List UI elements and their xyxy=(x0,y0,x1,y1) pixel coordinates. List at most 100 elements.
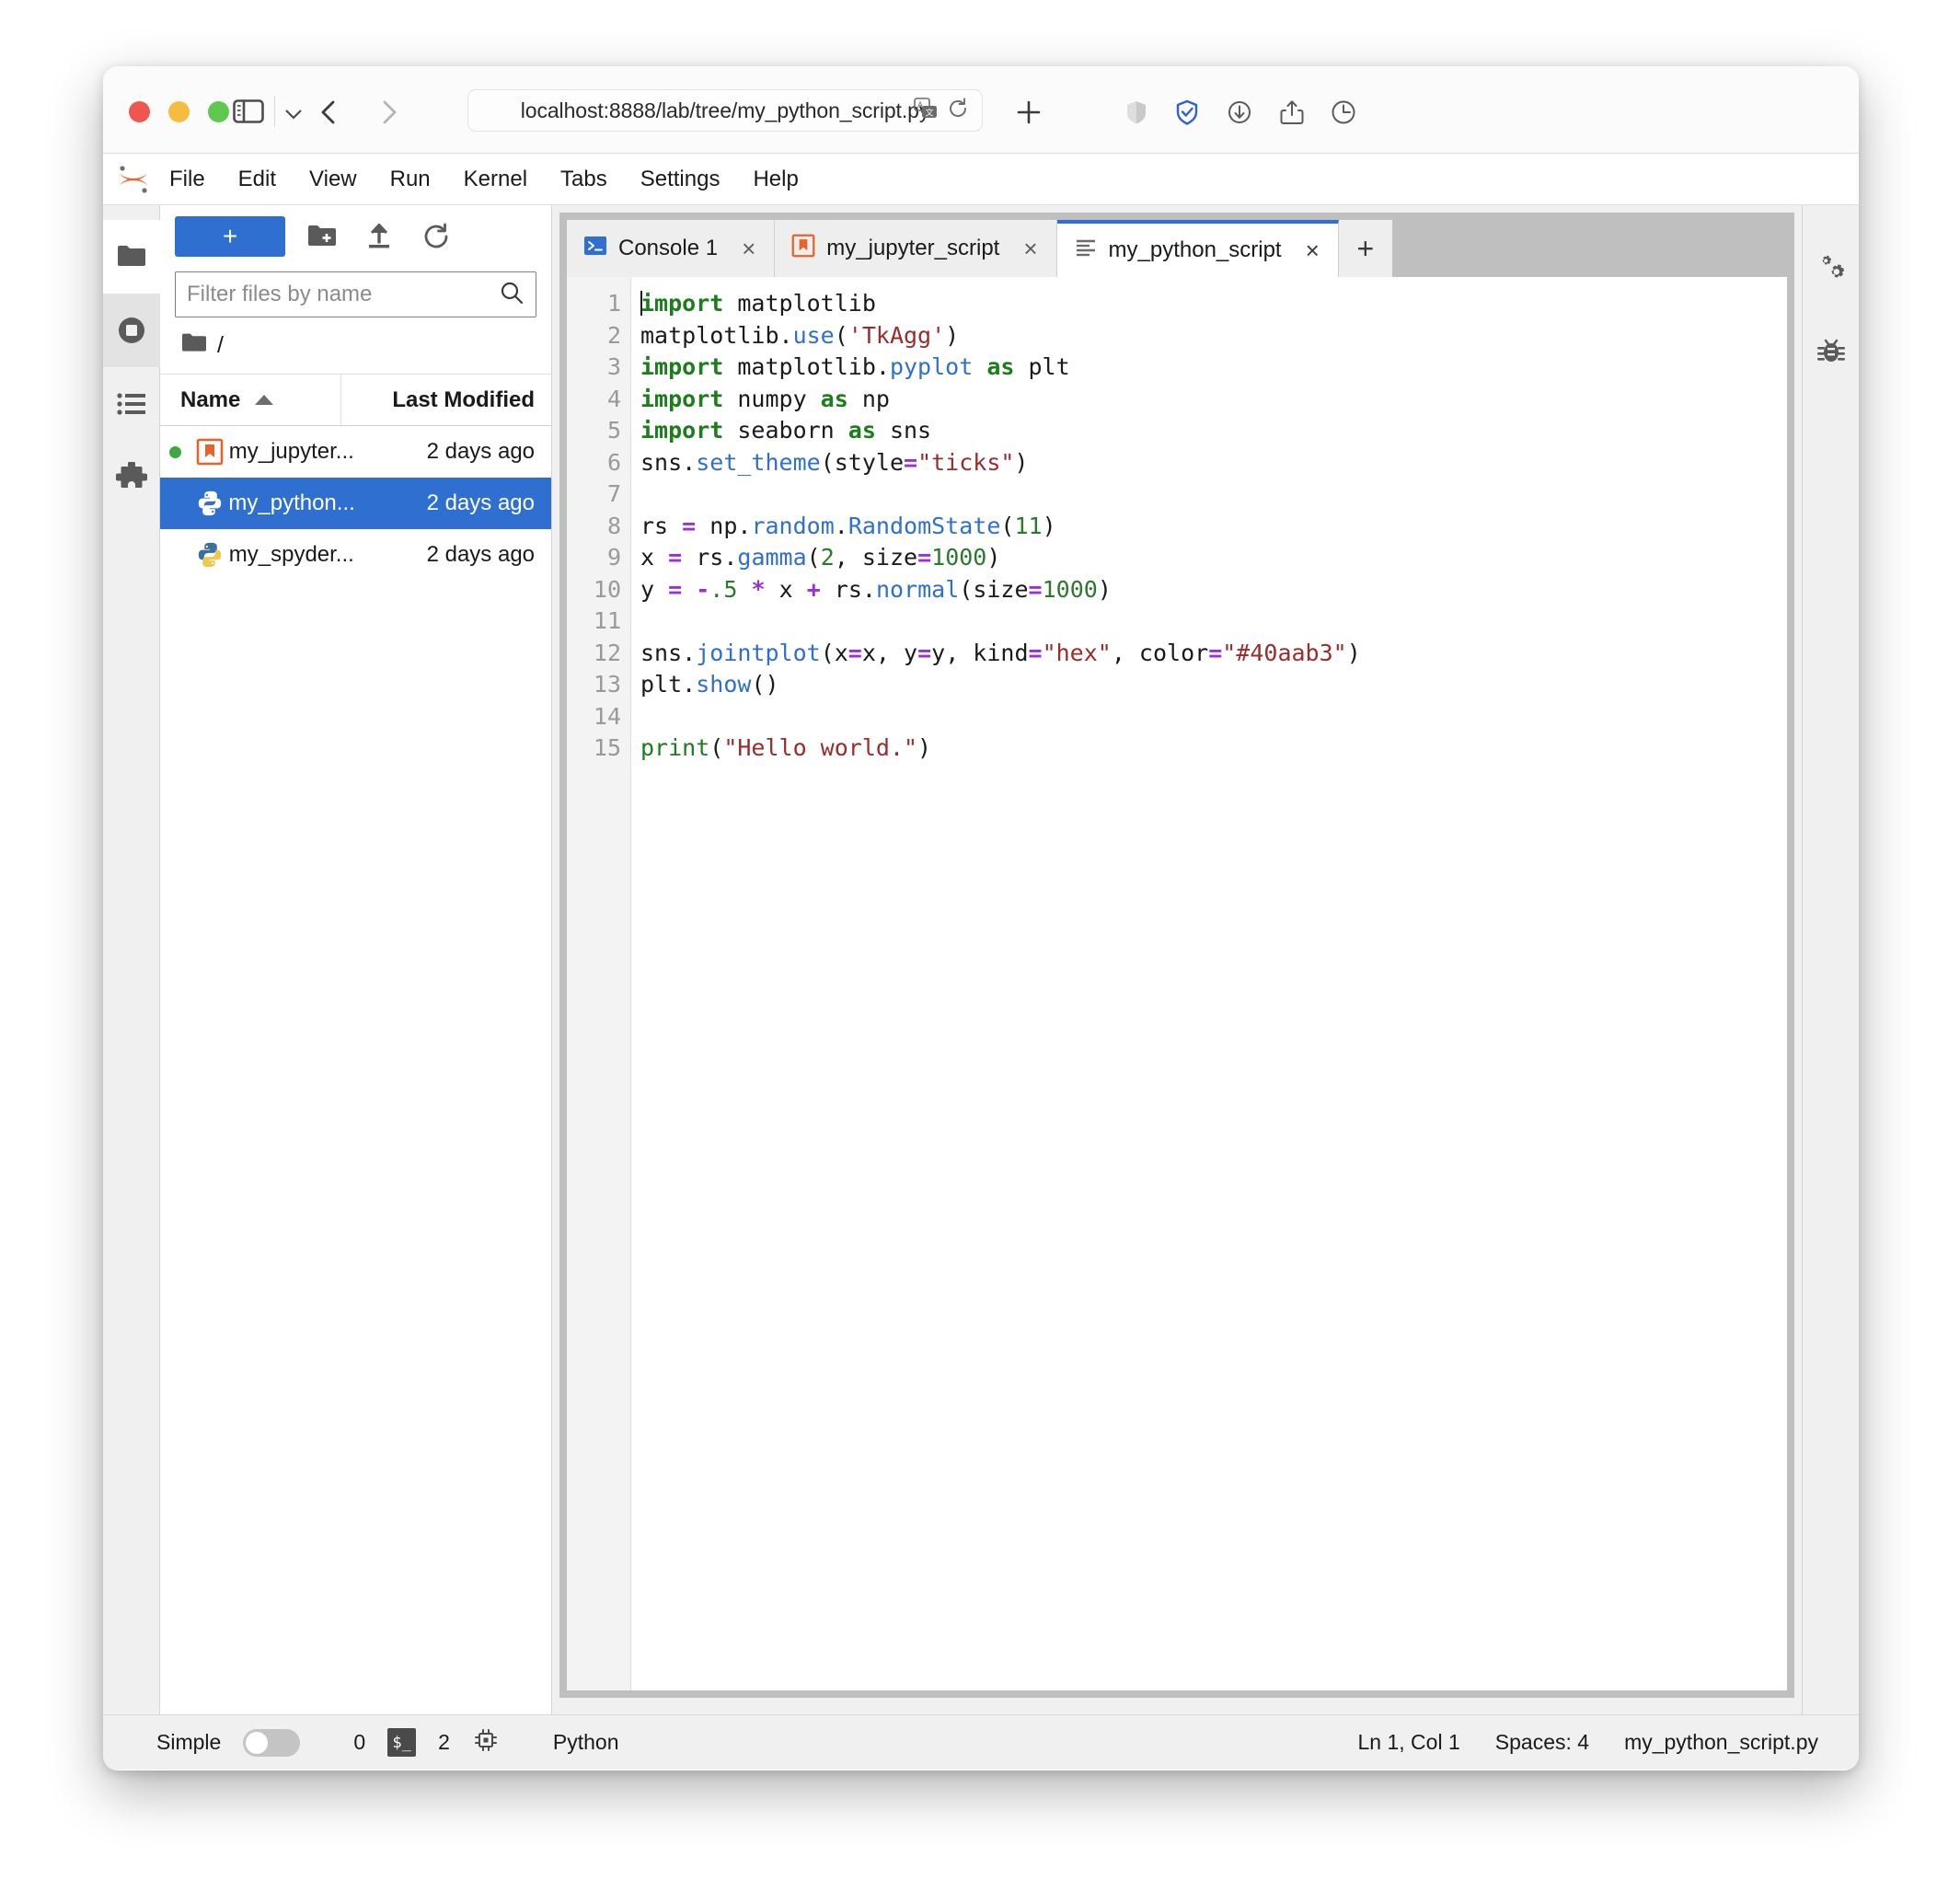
menu-item-settings[interactable]: Settings xyxy=(627,163,734,196)
menu-item-run[interactable]: Run xyxy=(376,163,444,196)
download-icon[interactable] xyxy=(1221,94,1258,131)
tab-my-python-script[interactable]: my_python_script × xyxy=(1056,220,1339,277)
close-icon[interactable]: × xyxy=(1023,235,1037,263)
line-number: 2 xyxy=(606,321,621,349)
status-bar: Simple 0 $_ 2 Python Ln 1, Col 1 Spaces:… xyxy=(103,1714,1859,1770)
forward-arrow-icon[interactable] xyxy=(370,94,407,131)
line-number: 11 xyxy=(593,607,621,634)
shield-icon[interactable] xyxy=(1118,94,1155,131)
menu-item-edit[interactable]: Edit xyxy=(225,163,290,196)
kernel-name[interactable]: Python xyxy=(553,1730,619,1755)
kernels-count: 2 xyxy=(438,1730,450,1754)
folder-icon xyxy=(180,331,208,360)
history-clock-icon[interactable] xyxy=(1325,94,1362,131)
new-folder-icon[interactable] xyxy=(302,216,342,257)
left-activity-bar xyxy=(103,205,160,1714)
tab-label: Console 1 xyxy=(618,236,719,260)
browser-window: localhost:8888/lab/tree/my_python_script… xyxy=(103,66,1859,1770)
code-editor[interactable]: 1 2 3 4 5 6 7 8 9 10 11 12 13 14 15 impo… xyxy=(567,277,1787,1690)
running-indicator xyxy=(160,445,191,458)
right-activity-bar xyxy=(1802,205,1859,1714)
kernel-chip-icon[interactable] xyxy=(472,1726,500,1759)
tab-my-jupyter-script[interactable]: my_jupyter_script × xyxy=(775,220,1057,277)
address-bar[interactable]: localhost:8888/lab/tree/my_python_script… xyxy=(467,89,983,132)
line-number: 14 xyxy=(593,702,621,730)
file-name: my_jupyter... xyxy=(228,439,354,464)
sidebar-item-property-inspector[interactable] xyxy=(1803,229,1860,310)
sidebar-item-extensions[interactable] xyxy=(103,441,160,514)
file-filter-box[interactable] xyxy=(175,271,536,317)
column-header-last-modified[interactable]: Last Modified xyxy=(341,375,551,425)
zoom-window-button[interactable] xyxy=(208,101,229,122)
simple-mode-label: Simple xyxy=(156,1730,222,1754)
jupyter-menu-bar: File Edit View Run Kernel Tabs Settings … xyxy=(103,154,1859,205)
minimize-window-button[interactable] xyxy=(168,101,190,122)
code-content[interactable]: import matplotlib matplotlib.use('TkAgg'… xyxy=(631,277,1787,1690)
browser-toolbar: localhost:8888/lab/tree/my_python_script… xyxy=(103,66,1859,154)
close-icon[interactable]: × xyxy=(1306,236,1320,265)
refresh-icon[interactable] xyxy=(416,216,456,257)
file-modified: 2 days ago xyxy=(426,439,536,464)
sidebar-toggle-icon[interactable] xyxy=(232,97,265,126)
breadcrumb[interactable]: / xyxy=(160,317,551,375)
add-tab-button[interactable]: + xyxy=(1338,220,1392,277)
cursor-position[interactable]: Ln 1, Col 1 xyxy=(1358,1730,1460,1755)
menu-item-file[interactable]: File xyxy=(156,163,219,196)
close-icon[interactable]: × xyxy=(742,235,755,263)
new-launcher-button[interactable]: + xyxy=(175,216,285,257)
sidebar-item-file-browser[interactable] xyxy=(103,220,160,294)
breadcrumb-root[interactable]: / xyxy=(217,332,224,359)
sort-ascending-icon xyxy=(255,395,274,405)
column-header-last-modified-label: Last Modified xyxy=(392,386,535,412)
editor-dock: Console 1 × my_jupyter_script × my_pytho… xyxy=(552,205,1802,1714)
sidebar-item-commands[interactable] xyxy=(103,367,160,441)
line-number: 4 xyxy=(606,385,621,412)
window-traffic-lights xyxy=(129,101,229,122)
close-window-button[interactable] xyxy=(129,101,150,122)
sidebar-item-running-sessions[interactable] xyxy=(103,294,160,367)
terminals-count: 0 xyxy=(353,1730,366,1754)
list-item[interactable]: my_spyder... 2 days ago xyxy=(160,529,551,581)
menu-item-view[interactable]: View xyxy=(295,163,371,196)
line-number: 15 xyxy=(593,734,621,761)
main-area: + / xyxy=(103,205,1859,1714)
current-filename: my_python_script.py xyxy=(1624,1730,1818,1754)
sidebar-item-debugger[interactable] xyxy=(1803,310,1860,391)
simple-mode-toggle[interactable] xyxy=(243,1728,301,1757)
line-number-gutter: 1 2 3 4 5 6 7 8 9 10 11 12 13 14 15 xyxy=(567,277,631,1690)
share-icon[interactable] xyxy=(1274,94,1310,131)
notebook-icon xyxy=(191,438,229,466)
file-modified: 2 days ago xyxy=(426,542,536,567)
new-tab-button[interactable] xyxy=(1010,94,1047,131)
menu-item-kernel[interactable]: Kernel xyxy=(450,163,541,196)
line-number: 1 xyxy=(606,290,621,317)
search-icon xyxy=(499,280,525,310)
file-browser-toolbar: + xyxy=(160,205,551,268)
upload-icon[interactable] xyxy=(359,216,399,257)
search-input[interactable] xyxy=(187,282,499,307)
line-number: 7 xyxy=(606,480,621,507)
tab-console-1[interactable]: Console 1 × xyxy=(567,220,776,277)
menu-item-help[interactable]: Help xyxy=(739,163,812,196)
line-number: 10 xyxy=(593,575,621,603)
notebook-icon xyxy=(791,234,815,264)
column-header-name[interactable]: Name xyxy=(160,375,341,425)
back-arrow-icon[interactable] xyxy=(311,94,348,131)
editor-tab-bar: Console 1 × my_jupyter_script × my_pytho… xyxy=(567,220,1787,277)
reload-icon[interactable] xyxy=(947,98,969,124)
tab-label: my_python_script xyxy=(1108,237,1282,262)
line-number: 9 xyxy=(606,544,621,571)
file-name: my_spyder... xyxy=(228,542,354,567)
menu-item-tabs[interactable]: Tabs xyxy=(547,163,621,196)
console-icon xyxy=(583,234,607,264)
svg-text:文: 文 xyxy=(926,107,934,117)
indentation-setting[interactable]: Spaces: 4 xyxy=(1495,1730,1589,1755)
shield-check-icon[interactable] xyxy=(1169,94,1205,131)
list-item[interactable]: my_jupyter... 2 days ago xyxy=(160,426,551,478)
line-number: 6 xyxy=(606,448,621,476)
line-number: 3 xyxy=(606,353,621,380)
list-item[interactable]: my_python... 2 days ago xyxy=(160,478,551,529)
chevron-down-icon[interactable] xyxy=(283,105,304,126)
translate-icon[interactable]: A文 xyxy=(914,97,938,124)
terminal-icon[interactable]: $_ xyxy=(387,1728,417,1757)
